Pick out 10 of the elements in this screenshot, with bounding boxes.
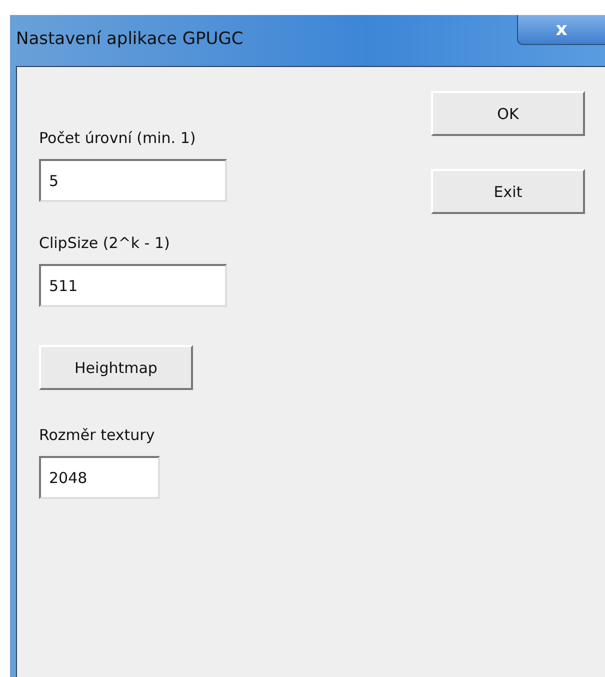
field-label: Rozměr textury (39, 426, 155, 444)
ok-button[interactable]: OK (431, 91, 585, 136)
field-label: ClipSize (2^k - 1) (39, 234, 170, 252)
window-title: Nastavení aplikace GPUGC (16, 29, 244, 49)
input-field[interactable]: 2048 (39, 456, 160, 499)
field-label: Počet úrovní (min. 1) (39, 129, 196, 147)
input-field[interactable]: 511 (39, 264, 227, 307)
heightmap-button[interactable]: Heightmap (39, 345, 193, 390)
exit-button[interactable]: Exit (431, 169, 585, 214)
input-field[interactable]: 5 (39, 159, 227, 202)
